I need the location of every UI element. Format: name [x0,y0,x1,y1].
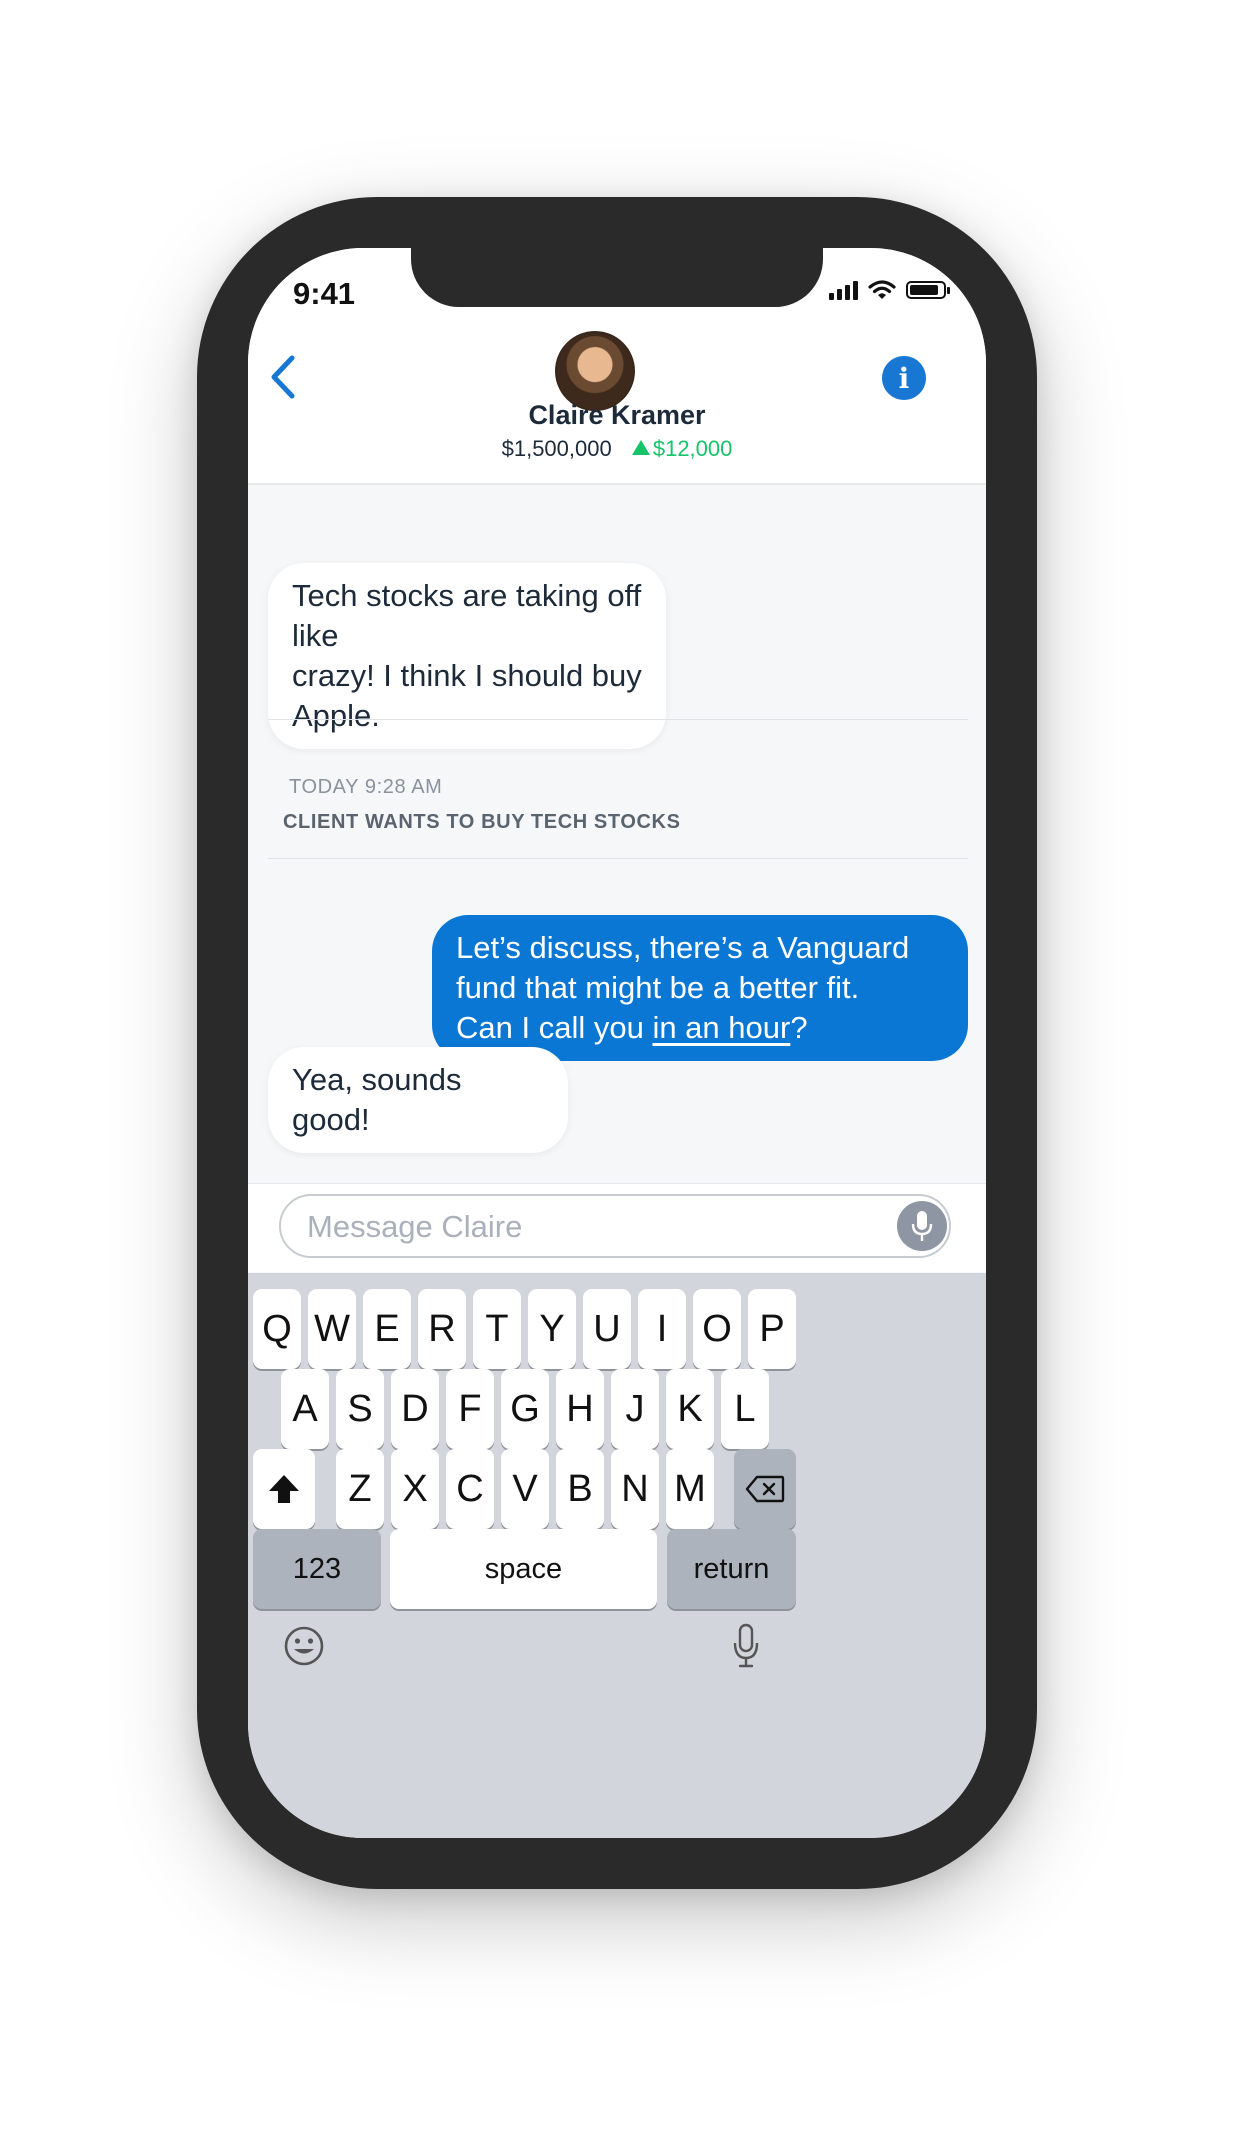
key-g[interactable]: G [501,1369,549,1449]
wifi-icon [868,280,896,299]
key-v[interactable]: V [501,1449,549,1529]
key-k[interactable]: K [666,1369,714,1449]
key-c[interactable]: C [446,1449,494,1529]
key-i[interactable]: I [638,1289,686,1369]
note-text: CLIENT WANTS TO BUY TECH STOCKS [283,811,681,833]
signal-icon [829,280,858,300]
status-icons [829,280,950,300]
key-j[interactable]: J [611,1369,659,1449]
message-line: fund that might be a better fit. [456,970,860,1005]
up-arrow-icon [631,440,650,455]
portfolio-change: $12,000 [631,436,733,461]
portfolio-change-amount: $12,000 [652,436,733,461]
key-h[interactable]: H [556,1369,604,1449]
key-d[interactable]: D [391,1369,439,1449]
shift-icon [269,1475,299,1503]
key-x[interactable]: X [391,1449,439,1529]
note-divider-bottom [268,858,968,859]
delete-key[interactable] [734,1449,796,1529]
shift-key[interactable] [253,1449,315,1529]
key-e[interactable]: E [363,1289,411,1369]
message-input[interactable]: Message Claire [279,1194,951,1258]
microphone-icon[interactable] [897,1201,947,1251]
keyboard: Q W E R T Y U I O P A S D F G H J K L Z … [248,1273,986,1838]
portfolio-value: $1,500,000 [501,436,612,461]
key-p[interactable]: P [748,1289,796,1369]
message-text: Can I call you [456,1010,653,1045]
key-a[interactable]: A [281,1369,329,1449]
key-m[interactable]: M [666,1449,714,1529]
dictation-icon[interactable] [732,1623,760,1669]
key-t[interactable]: T [473,1289,521,1369]
key-y[interactable]: Y [528,1289,576,1369]
message-bubble-incoming[interactable]: Tech stocks are taking off like crazy! I… [268,563,666,749]
key-o[interactable]: O [693,1289,741,1369]
key-l[interactable]: L [721,1369,769,1449]
note-timestamp: TODAY 9:28 AM [289,776,443,798]
key-w[interactable]: W [308,1289,356,1369]
portfolio-summary: $1,500,000 $12,000 [248,436,986,462]
message-bubble-outgoing[interactable]: Let’s discuss, there’s a Vanguard fund t… [432,915,968,1061]
key-n[interactable]: N [611,1449,659,1529]
numbers-key[interactable]: 123 [253,1529,381,1609]
key-s[interactable]: S [336,1369,384,1449]
key-q[interactable]: Q [253,1289,301,1369]
message-composer: Message Claire [248,1183,986,1272]
key-f[interactable]: F [446,1369,494,1449]
contact-avatar[interactable] [555,331,635,411]
message-line: Tech stocks are taking off like [292,578,642,653]
key-u[interactable]: U [583,1289,631,1369]
conversation-header: 9:41 Claire Kramer $1,500,000 $12,000 i [248,248,986,485]
space-key[interactable]: space [390,1529,657,1609]
time-suggestion-link[interactable]: in an hour [652,1010,790,1045]
backspace-icon [745,1475,785,1503]
info-icon[interactable]: i [882,356,926,400]
message-line: crazy! I think I should buy Apple. [292,658,642,733]
battery-icon [906,281,950,299]
device-notch [411,248,823,307]
message-bubble-incoming[interactable]: Yea, sounds good! [268,1047,568,1153]
contact-name: Claire Kramer [528,400,706,430]
message-text: ? [790,1010,808,1045]
emoji-icon[interactable] [283,1625,325,1667]
key-b[interactable]: B [556,1449,604,1529]
message-line: Yea, sounds good! [292,1062,462,1137]
return-key[interactable]: return [667,1529,796,1609]
status-time: 9:41 [293,276,356,311]
phone-screen: 9:41 Claire Kramer $1,500,000 $12,000 i … [248,248,986,1838]
phone-frame: 9:41 Claire Kramer $1,500,000 $12,000 i … [197,197,1037,1889]
key-z[interactable]: Z [336,1449,384,1529]
back-chevron-icon[interactable] [264,352,304,402]
message-line: Can I call you in an hour? [456,1008,944,1048]
key-r[interactable]: R [418,1289,466,1369]
message-line: Let’s discuss, there’s a Vanguard [456,930,910,965]
note-divider-top [268,719,968,720]
